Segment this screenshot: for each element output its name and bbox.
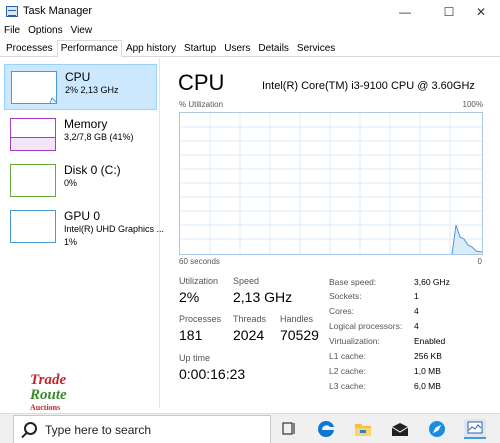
task-view-icon[interactable]	[280, 420, 298, 438]
gpu-thumbnail-graph	[10, 210, 56, 243]
utilization-value: 2%	[179, 289, 200, 305]
spec-label: L1 cache:	[329, 351, 366, 361]
search-icon	[24, 422, 37, 435]
edge-icon[interactable]	[317, 420, 335, 438]
uptime-value: 0:00:16:23	[179, 366, 246, 382]
sidebar-item-disk[interactable]: Disk 0 (C:) 0%	[4, 158, 157, 204]
sidebar-item-detail: 2% 2,13 GHz	[65, 85, 119, 95]
handles-label: Handles	[280, 314, 314, 324]
spec-label: L3 cache:	[329, 381, 366, 391]
title-bar: Task Manager — ☐ ✕	[0, 0, 500, 24]
mail-icon[interactable]	[391, 420, 409, 438]
menu-file[interactable]: File	[0, 24, 24, 40]
close-button[interactable]: ✕	[462, 0, 500, 24]
disk-thumbnail-graph	[10, 164, 56, 197]
handles-value: 70529	[280, 327, 319, 343]
spec-value: 4	[414, 321, 419, 331]
tab-performance[interactable]: Performance	[56, 40, 122, 57]
spec-value: 1,0 MB	[414, 366, 441, 376]
safari-icon[interactable]	[428, 420, 446, 438]
memory-thumbnail-graph	[10, 118, 56, 151]
cpu-model-name: Intel(R) Core(TM) i3-9100 CPU @ 3.60GHz	[262, 80, 475, 92]
sidebar-item-gpu[interactable]: GPU 0 Intel(R) UHD Graphics ... 1%	[4, 204, 164, 250]
sidebar-item-label: Memory	[64, 117, 108, 131]
tab-app-history[interactable]: App history	[122, 40, 180, 56]
cpu-utilization-graph	[179, 112, 483, 255]
spec-label: L2 cache:	[329, 366, 366, 376]
threads-label: Threads	[233, 314, 267, 324]
graph-time-axis-end: 0	[477, 257, 482, 266]
utilization-axis-label: % Utilization	[179, 100, 224, 109]
sidebar-item-detail: Intel(R) UHD Graphics ...	[64, 224, 165, 234]
menu-bar: File Options View	[0, 24, 500, 40]
threads-value: 2024	[233, 327, 265, 343]
graph-time-axis-label: 60 seconds	[179, 257, 220, 266]
spec-value: 1	[414, 291, 419, 301]
processes-value: 181	[179, 327, 203, 343]
spec-value: 3,60 GHz	[414, 277, 450, 287]
speed-value: 2,13 GHz	[233, 289, 293, 305]
sidebar-item-label: CPU	[65, 70, 91, 84]
tab-bar: Processes Performance App history Startu…	[0, 40, 500, 57]
tab-services[interactable]: Services	[293, 40, 339, 56]
watermark-line-1: Trade	[30, 372, 67, 388]
tab-details[interactable]: Details	[254, 40, 293, 56]
sidebar-item-memory[interactable]: Memory 3,2/7,8 GB (41%)	[4, 112, 157, 158]
processes-label: Processes	[179, 314, 222, 324]
sidebar-item-cpu[interactable]: CPU 2% 2,13 GHz	[4, 64, 157, 110]
spec-value: Enabled	[414, 336, 446, 346]
file-explorer-icon[interactable]	[354, 420, 372, 438]
spec-label: Sockets:	[329, 291, 362, 301]
watermark-line-3: Auctions	[30, 403, 61, 412]
cpu-thumbnail-graph	[11, 71, 57, 104]
spec-label: Logical processors:	[329, 321, 403, 331]
watermark-line-2: Route	[30, 387, 67, 403]
spec-label: Virtualization:	[329, 336, 380, 346]
speed-label: Speed	[233, 276, 260, 286]
menu-options[interactable]: Options	[24, 24, 66, 40]
spec-label: Cores:	[329, 306, 355, 316]
task-manager-app-icon	[6, 6, 18, 17]
sidebar-item-label: Disk 0 (C:)	[64, 163, 121, 177]
window-title: Task Manager	[23, 5, 93, 17]
menu-view[interactable]: View	[67, 24, 97, 40]
search-placeholder: Type here to search	[45, 423, 152, 437]
tab-processes[interactable]: Processes	[2, 40, 57, 56]
trade-route-watermark: Trade Route Auctions	[30, 372, 78, 413]
sidebar-item-detail: 3,2/7,8 GB (41%)	[64, 132, 134, 142]
sidebar-item-detail: 0%	[64, 178, 78, 188]
spec-label: Base speed:	[329, 277, 377, 287]
uptime-label: Up time	[179, 353, 211, 363]
utilization-label: Utilization	[179, 276, 219, 286]
spec-value: 256 KB	[414, 351, 442, 361]
spec-value: 4	[414, 306, 419, 316]
minimize-button[interactable]: —	[386, 0, 424, 24]
task-manager-icon[interactable]	[464, 419, 486, 439]
spec-value: 6,0 MB	[414, 381, 441, 391]
resource-sidebar: CPU 2% 2,13 GHz Memory 3,2/7,8 GB (41%) …	[0, 58, 164, 408]
taskbar: Type here to search	[0, 413, 500, 443]
utilization-axis-max: 100%	[462, 100, 483, 109]
taskbar-search-box[interactable]: Type here to search	[13, 415, 271, 443]
tab-startup[interactable]: Startup	[180, 40, 220, 56]
sidebar-item-label: GPU 0	[64, 209, 101, 223]
tab-users[interactable]: Users	[220, 40, 254, 56]
sidebar-item-detail-2: 1%	[64, 237, 78, 247]
page-title: CPU	[178, 70, 225, 95]
